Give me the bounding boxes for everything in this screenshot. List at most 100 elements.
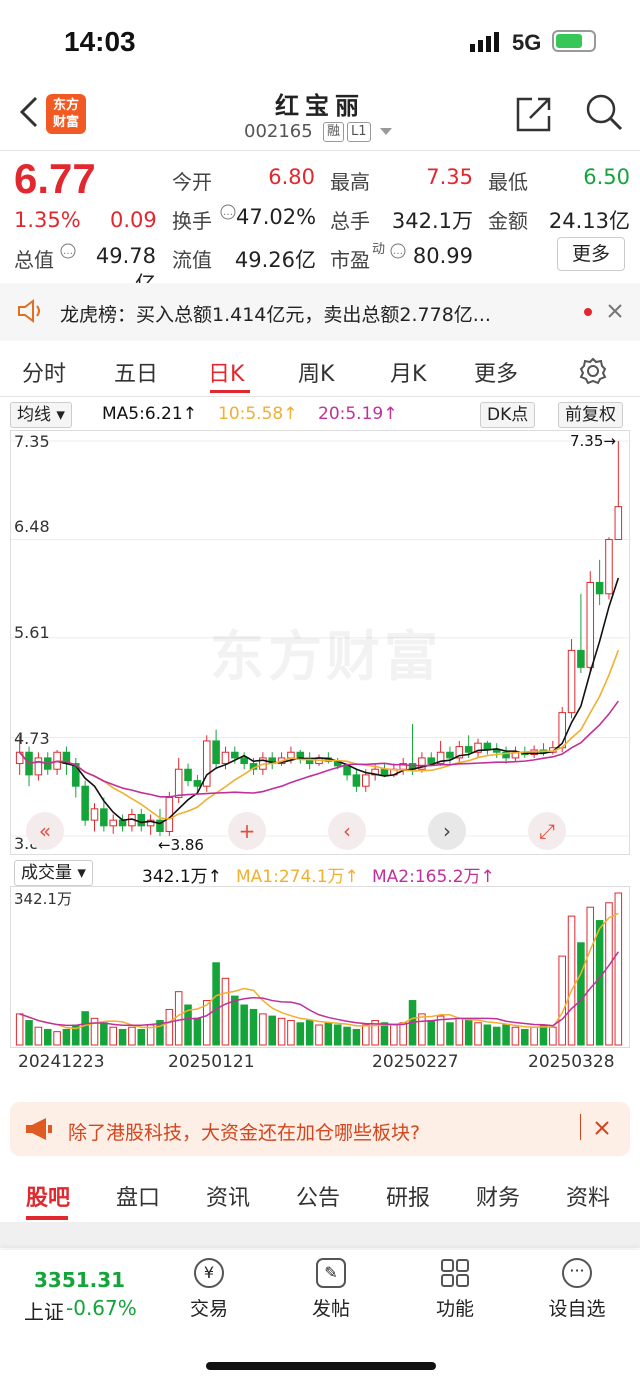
nav-trade[interactable]: ¥ 交易	[164, 1258, 254, 1321]
expand-icon[interactable]: ⤢	[528, 812, 566, 850]
notice-text[interactable]: 龙虎榜：买入总额1.414亿元，卖出总额2.778亿...	[60, 300, 560, 327]
volume-bar	[361, 1024, 370, 1046]
volume-bar	[25, 1020, 33, 1046]
volume-bar	[380, 1022, 389, 1046]
info-icon[interactable]: …	[390, 243, 406, 259]
logo-text-1: 东方	[52, 98, 79, 113]
tab-indicator	[26, 1216, 68, 1220]
volume-bar	[53, 1031, 61, 1046]
turnover-label: 换手	[172, 209, 212, 233]
logo-text-2: 财富	[52, 115, 79, 130]
tab-monthly-k[interactable]: 月K	[390, 356, 426, 388]
volume-bar	[81, 1011, 89, 1046]
app-logo: 东方 财富	[46, 94, 86, 134]
share-icon[interactable]	[514, 94, 554, 134]
gear-icon[interactable]	[578, 356, 608, 386]
promo-text[interactable]: 除了港股科技，大资金还在加仓哪些板块?	[68, 1118, 420, 1145]
rewind-icon[interactable]: «	[26, 812, 64, 850]
index-change[interactable]: -0.67%	[66, 1296, 137, 1320]
volume-bar	[277, 1017, 286, 1046]
low-marker: ←3.86	[158, 836, 204, 854]
volume-bar	[118, 1028, 127, 1046]
level-tag: L1	[347, 122, 371, 142]
chevron-left-icon[interactable]: ‹	[328, 812, 366, 850]
nav-watchlist-label: 设自选	[548, 1298, 606, 1320]
vol-ma-line	[19, 951, 619, 1027]
tab-daily-k[interactable]: 日K	[208, 356, 244, 388]
network-label: 5G	[512, 30, 542, 55]
ma20-label: 20:5.19↑	[318, 404, 398, 424]
volume-selector[interactable]: 成交量 ▾	[14, 860, 93, 886]
nav-functions[interactable]: 功能	[410, 1258, 500, 1321]
candle	[109, 819, 117, 827]
tab-research[interactable]: 研报	[386, 1180, 430, 1212]
vol-ma1: MA1:274.1万↑	[236, 867, 359, 887]
ma10-label: 10:5.58↑	[218, 404, 298, 424]
volume-bar	[418, 1013, 426, 1046]
nav-watchlist[interactable]: ··· 设自选	[532, 1258, 622, 1321]
y-tick: 6.48	[14, 517, 50, 536]
tab-profile[interactable]: 资料	[566, 1180, 610, 1212]
volume-bar	[231, 995, 239, 1046]
index-value[interactable]: 3351.31	[34, 1268, 125, 1292]
volume-bar	[324, 1022, 333, 1046]
vol-max-label: 342.1万	[14, 890, 72, 908]
volume-bar	[174, 991, 183, 1046]
candle	[212, 740, 220, 765]
date-label: 20250121	[168, 1052, 255, 1072]
speaker-icon	[18, 299, 40, 323]
info-icon[interactable]: …	[220, 204, 236, 220]
high-value: 7.35	[426, 165, 473, 189]
back-icon[interactable]	[14, 92, 44, 132]
tab-orderbook[interactable]: 盘口	[116, 1180, 160, 1212]
search-icon[interactable]	[584, 92, 624, 132]
low-value: 6.50	[583, 165, 630, 189]
volume-bar	[268, 1015, 277, 1046]
close-icon[interactable]	[606, 302, 624, 320]
tab-five-day[interactable]: 五日	[114, 356, 158, 388]
ma-selector[interactable]: 均线 ▾	[10, 402, 72, 428]
nav-post[interactable]: ✎ 发帖	[286, 1258, 376, 1321]
volume-bar	[427, 1020, 436, 1046]
pe-value: 80.99	[412, 244, 473, 268]
yen-icon: ¥	[194, 1258, 224, 1288]
more-button[interactable]: 更多	[557, 237, 625, 271]
volume-bar	[521, 1028, 529, 1046]
volume-bar	[455, 1017, 464, 1046]
change-amount: 0.09	[110, 208, 157, 232]
volume-bar	[287, 1020, 295, 1046]
chevron-right-icon[interactable]: ›	[428, 812, 466, 850]
index-name[interactable]: 上证	[24, 1296, 64, 1325]
change-percent: 1.35%	[14, 208, 81, 232]
candle	[492, 749, 501, 753]
tab-announcements[interactable]: 公告	[296, 1180, 340, 1212]
candle	[34, 757, 43, 776]
adjust-button[interactable]: 前复权	[558, 402, 623, 428]
tab-intraday[interactable]: 分时	[22, 356, 66, 388]
tab-weekly-k[interactable]: 周K	[298, 356, 334, 388]
tab-more[interactable]: 更多	[474, 356, 518, 388]
info-icon[interactable]: …	[60, 243, 76, 259]
volume-bar	[558, 955, 566, 1046]
volume-bar	[399, 1022, 407, 1046]
pe-superscript: 动	[372, 242, 386, 257]
volume-value: 342.1万	[391, 209, 473, 233]
open-label: 今开	[172, 170, 212, 194]
volume-chart[interactable]	[10, 886, 630, 1048]
volume-bar	[446, 1022, 454, 1046]
tab-news[interactable]: 资讯	[206, 1180, 250, 1212]
volume-svg[interactable]	[11, 887, 631, 1049]
float-label: 流值	[172, 248, 212, 272]
chevron-down-icon[interactable]	[380, 128, 392, 136]
svg-text:…: …	[393, 246, 403, 257]
date-label: 20241223	[18, 1052, 105, 1072]
zoom-in-icon[interactable]: +	[228, 812, 266, 850]
volume-bar	[212, 962, 220, 1046]
close-icon[interactable]	[594, 1120, 610, 1136]
tab-finance[interactable]: 财务	[476, 1180, 520, 1212]
tab-guba[interactable]: 股吧	[26, 1180, 70, 1212]
date-label: 20250227	[372, 1052, 459, 1072]
dk-point-button[interactable]: DK点	[480, 402, 536, 428]
candle	[81, 785, 89, 821]
candle	[352, 774, 361, 787]
